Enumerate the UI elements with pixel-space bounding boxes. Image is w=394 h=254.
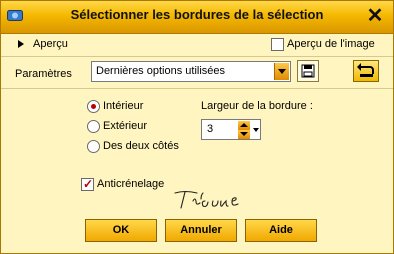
radio-both-sides[interactable] (87, 140, 100, 153)
dialog-title: Sélectionner les bordures de la sélectio… (70, 7, 324, 22)
presets-selected-value: Dernières options utilisées (96, 65, 226, 77)
divider (1, 88, 393, 89)
border-width-value[interactable]: 3 (207, 123, 213, 135)
save-preset-button[interactable] (297, 60, 319, 82)
floppy-disk-icon (301, 64, 315, 78)
preview-toggle-label[interactable]: Aperçu (33, 38, 68, 50)
radio-selected-dot (91, 104, 96, 109)
chevron-down-icon[interactable] (238, 130, 250, 139)
presets-dropdown[interactable]: Dernières options utilisées (91, 61, 291, 82)
play-icon[interactable] (18, 40, 24, 48)
antialias-checkbox[interactable]: ✓ (81, 177, 94, 191)
antialias-label[interactable]: Anticrénelage (97, 178, 164, 190)
check-icon: ✓ (83, 177, 94, 191)
ok-button[interactable]: OK (85, 219, 157, 242)
border-width-stepper[interactable]: 3 (201, 119, 261, 140)
radio-exterieur[interactable] (87, 120, 100, 133)
radio-both-sides-label[interactable]: Des deux côtés (103, 140, 179, 152)
chevron-up-icon[interactable] (238, 121, 250, 130)
close-icon[interactable]: ✕ (365, 6, 385, 26)
dropdown-arrow-icon[interactable] (252, 121, 259, 138)
radio-exterieur-label[interactable]: Extérieur (103, 120, 147, 132)
signature-watermark (171, 189, 251, 211)
preview-row: Aperçu Aperçu de l'image (1, 34, 393, 57)
help-button[interactable]: Aide (245, 219, 317, 242)
radio-interieur-label[interactable]: Intérieur (103, 100, 143, 112)
presets-label: Paramètres (15, 68, 72, 80)
border-width-label: Largeur de la bordure : (201, 100, 313, 112)
reset-arrow-icon (357, 63, 374, 77)
cancel-button[interactable]: Annuler (165, 219, 237, 242)
preview-image-label[interactable]: Aperçu de l'image (287, 38, 375, 50)
preview-image-checkbox[interactable] (271, 38, 284, 51)
chevron-down-icon[interactable] (274, 63, 289, 80)
radio-interieur[interactable] (87, 100, 100, 113)
reset-button[interactable] (353, 60, 379, 82)
title-bar: Sélectionner les bordures de la sélectio… (1, 1, 393, 34)
dialog-window: Sélectionner les bordures de la sélectio… (0, 0, 394, 254)
